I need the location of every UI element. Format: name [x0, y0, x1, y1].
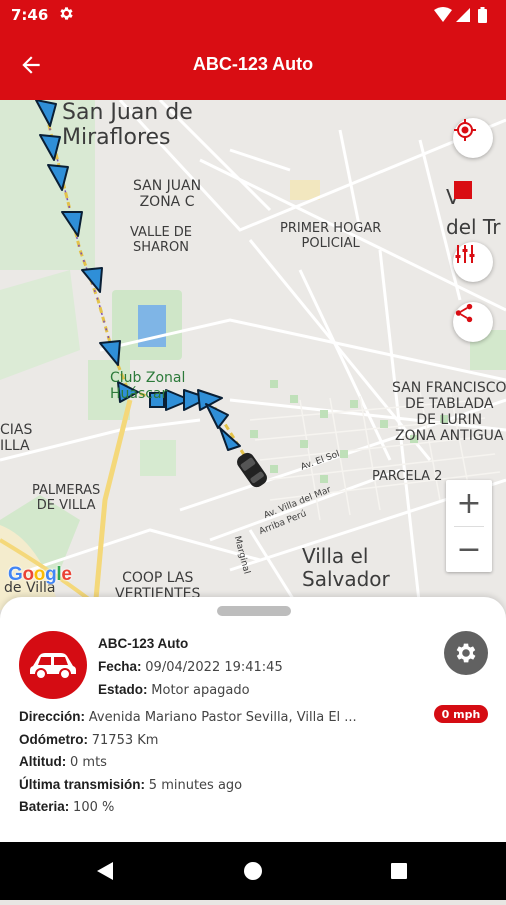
- estado-row: Estado: Motor apagado: [98, 682, 250, 698]
- map-label-palmeras: PALMERAS DE VILLA: [32, 483, 101, 513]
- gear-icon: [456, 643, 476, 663]
- speed-badge: 0 mph: [434, 705, 488, 723]
- stop-button[interactable]: [453, 180, 493, 220]
- zoom-in-button[interactable]: +: [446, 480, 492, 526]
- direccion-row: Dirección: Avenida Mariano Pastor Sevill…: [19, 709, 357, 725]
- map-label-primer-hogar: PRIMER HOGAR POLICIAL: [280, 221, 382, 251]
- back-triangle-icon[interactable]: [97, 862, 113, 880]
- zoom-out-button[interactable]: −: [446, 526, 492, 572]
- sheet-drag-handle[interactable]: [217, 606, 291, 616]
- map-label-villa-salvador: Villa el Salvador: [302, 544, 390, 591]
- page-title: ABC-123 Auto: [192, 54, 314, 74]
- map-label-valle-sharon: VALLE DE SHARON: [130, 225, 193, 255]
- altitud-row: Altitud: 0 mts: [19, 754, 107, 770]
- my-location-icon: [454, 119, 476, 141]
- map-label-san-juan: San Juan de Miraflores: [62, 100, 193, 151]
- map-label-san-francisco: SAN FRANCISCO DE TABLADA DE LURIN ZONA A…: [392, 380, 506, 445]
- fecha-row: Fecha: 09/04/2022 19:41:45: [98, 659, 283, 675]
- map-label-parcela: PARCELA 2: [372, 469, 443, 484]
- bateria-row: Bateria: 100 %: [19, 799, 115, 815]
- settings-gear-icon: [60, 7, 73, 20]
- vehicle-info-sheet: ABC-123 Auto Fecha: 09/04/2022 19:41:45 …: [0, 597, 506, 842]
- recents-square-icon[interactable]: [391, 863, 407, 879]
- battery-icon: [478, 9, 487, 23]
- map-canvas: [0, 100, 506, 610]
- home-circle-icon[interactable]: [244, 862, 262, 880]
- map-view[interactable]: San Juan de Miraflores SAN JUAN ZONA C V…: [0, 100, 506, 610]
- share-button[interactable]: [453, 302, 493, 342]
- google-logo: Google: [8, 564, 72, 585]
- odometro-row: Odómetro: 71753 Km: [19, 732, 159, 748]
- car-icon: [30, 653, 76, 680]
- wifi-icon: [434, 7, 452, 22]
- map-label-club-zonal: Club Zonal Huáscar: [110, 370, 186, 403]
- status-bar: 7:46: [0, 0, 506, 30]
- map-label-cias-villa: CIAS ILLA: [0, 422, 33, 455]
- vehicle-avatar: [19, 631, 87, 699]
- zoom-controls: + −: [446, 480, 492, 572]
- share-icon: [455, 303, 473, 323]
- status-time: 7:46: [11, 6, 49, 24]
- vehicle-name: ABC-123 Auto: [98, 636, 189, 651]
- app-bar: ABC-123 Auto: [0, 30, 506, 100]
- system-nav-bar: [0, 842, 506, 900]
- signal-icon: [456, 8, 470, 22]
- my-location-button[interactable]: [453, 118, 493, 158]
- stop-icon: [454, 181, 472, 199]
- map-label-zona-c: SAN JUAN ZONA C: [133, 178, 202, 211]
- vehicle-settings-button[interactable]: [444, 631, 488, 675]
- filter-icon: [455, 245, 475, 263]
- ultima-transmision-row: Última transmisión: 5 minutes ago: [19, 777, 243, 793]
- car-marker[interactable]: [234, 450, 269, 490]
- filter-button[interactable]: [453, 242, 493, 282]
